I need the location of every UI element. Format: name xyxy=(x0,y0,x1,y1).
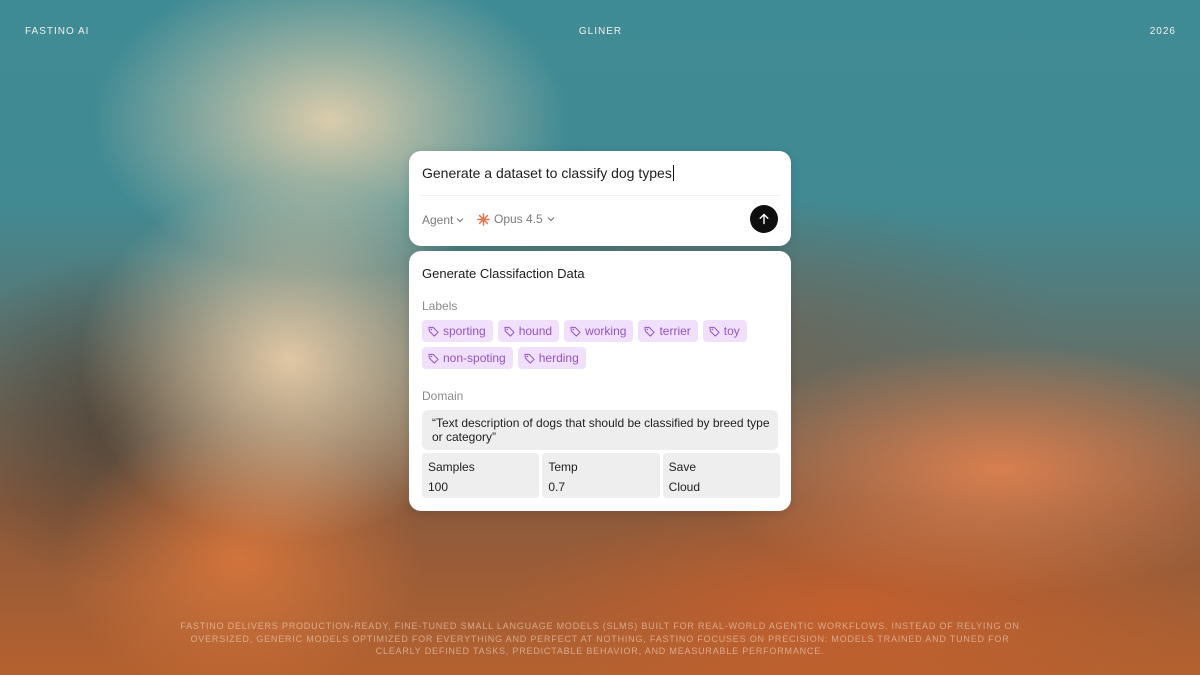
agent-dropdown-label: Agent xyxy=(422,213,454,227)
model-dropdown[interactable]: Opus 4.5 xyxy=(477,212,555,226)
prompt-card: Generate a dataset to classify dog types… xyxy=(409,151,791,246)
prompt-input[interactable]: Generate a dataset to classify dog types xyxy=(422,165,674,181)
tag-icon xyxy=(570,326,581,337)
label-chip-text: herding xyxy=(538,351,579,365)
label-chip[interactable]: herding xyxy=(517,347,586,369)
label-chip[interactable]: terrier xyxy=(638,320,698,342)
chevron-down-icon xyxy=(456,218,464,223)
top-bar: FASTINO AI GLINER 2026 xyxy=(25,26,1176,40)
tag-icon xyxy=(428,326,439,337)
param-value: 100 xyxy=(428,480,449,494)
label-chips: sporting hound working terrier toy non-spotin… xyxy=(422,320,772,369)
label-chip[interactable]: non-spoting xyxy=(422,347,513,369)
card-title: Generate Classifaction Data xyxy=(422,266,585,281)
save-field[interactable]: Save Cloud xyxy=(662,453,780,498)
labels-heading: Labels xyxy=(422,299,458,313)
param-label: Samples xyxy=(428,460,475,474)
domain-heading: Domain xyxy=(422,389,464,403)
prompt-input-text: Generate a dataset to classify dog types xyxy=(422,165,672,181)
send-button[interactable] xyxy=(750,205,778,233)
chevron-down-icon xyxy=(547,217,555,222)
model-dropdown-label: Opus 4.5 xyxy=(494,212,543,226)
label-chip[interactable]: toy xyxy=(702,320,747,342)
param-label: Temp xyxy=(548,460,578,474)
tag-icon xyxy=(644,326,656,337)
claude-sparkle-icon xyxy=(477,212,490,226)
label-chip[interactable]: hound xyxy=(497,320,560,342)
label-chip[interactable]: sporting xyxy=(422,320,493,342)
param-label: Save xyxy=(668,460,697,474)
arrow-up-icon xyxy=(759,213,769,225)
label-chip-text: working xyxy=(585,324,627,338)
agent-dropdown[interactable]: Agent xyxy=(422,213,464,227)
tag-icon xyxy=(504,326,515,337)
tag-icon xyxy=(524,353,535,364)
param-value: 0.7 xyxy=(548,480,566,494)
param-row: Samples 100 Temp 0.7 Save Cloud xyxy=(422,453,780,498)
tag-icon xyxy=(709,326,720,337)
tag-icon xyxy=(428,353,439,364)
label-chip-text: sporting xyxy=(443,324,486,338)
samples-field[interactable]: Samples 100 xyxy=(422,453,540,498)
param-value: Cloud xyxy=(668,480,701,494)
label-chip-text: hound xyxy=(518,324,553,338)
footer-description: FASTINO DELIVERS PRODUCTION-READY, FINE-… xyxy=(180,621,1020,656)
product-name: GLINER xyxy=(578,26,623,37)
temp-field[interactable]: Temp 0.7 xyxy=(542,453,660,498)
classification-card: Generate Classifaction Data Labels sport… xyxy=(409,251,791,511)
label-chip[interactable]: working xyxy=(564,320,634,342)
brand-name[interactable]: FASTINO AI xyxy=(25,26,89,37)
text-caret xyxy=(672,165,674,181)
prompt-divider xyxy=(421,195,779,196)
label-chip-text: toy xyxy=(723,324,740,338)
domain-textarea[interactable]: “Text description of dogs that should be… xyxy=(422,410,778,450)
label-chip-text: non-spoting xyxy=(443,351,506,365)
year-label: 2026 xyxy=(1149,26,1176,37)
label-chip-text: terrier xyxy=(659,324,691,338)
